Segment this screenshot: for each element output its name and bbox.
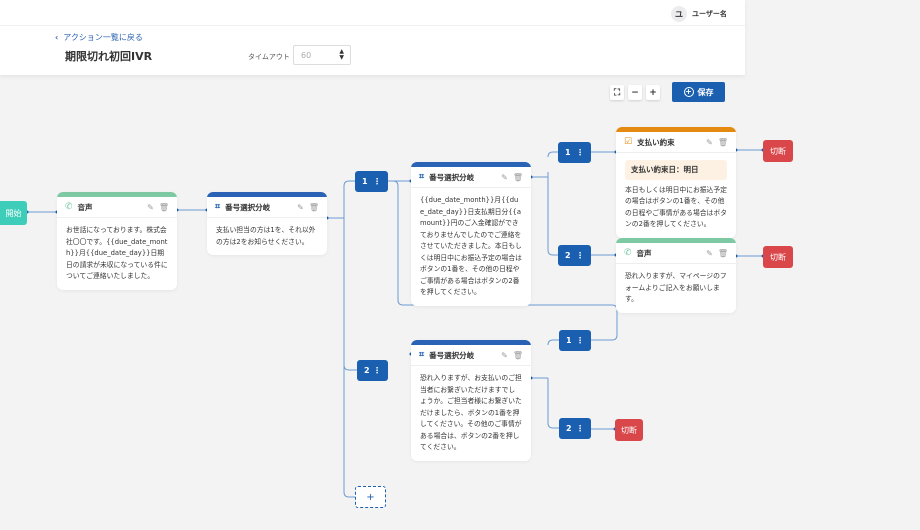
more-vertical-icon[interactable]: ⋮ xyxy=(576,424,584,433)
dialpad-icon: ⌗ xyxy=(419,350,425,360)
voice-node[interactable]: ✆ 音声 ✎ 🗑 恐れ入りますが、マイページのフォームよりご記入をお願いします。 xyxy=(616,238,736,313)
calendar-check-icon: ☑ xyxy=(624,137,633,147)
terminate-node[interactable]: 切断 xyxy=(763,140,793,162)
option-badge[interactable]: 2 ⋮ xyxy=(558,245,591,266)
edit-icon[interactable]: ✎ xyxy=(501,351,508,360)
node-type: 音声 xyxy=(636,248,652,258)
dialpad-icon: ⌗ xyxy=(419,172,425,182)
option-number: 2 xyxy=(364,366,370,375)
branch-node[interactable]: ⌗ 番号選択分岐 ✎ 🗑 恐れ入りますが、お支払いのご担当者にお繋ぎいただけますでしょ… xyxy=(411,340,531,461)
node-type: 番号選択分岐 xyxy=(429,172,475,182)
option-badge[interactable]: 1 ⋮ xyxy=(355,171,388,192)
node-type: 番号選択分岐 xyxy=(429,350,475,360)
phone-icon: ✆ xyxy=(65,202,73,212)
dialpad-icon: ⌗ xyxy=(215,202,221,212)
branch-node[interactable]: ⌗ 番号選択分岐 ✎ 🗑 支払い担当の方は1を、それ以外の方は2をお知らせください。 xyxy=(207,192,327,255)
option-badge[interactable]: 1 ⋮ xyxy=(558,142,591,163)
edit-icon[interactable]: ✎ xyxy=(147,203,154,212)
option-number: 2 xyxy=(565,251,571,260)
edit-icon[interactable]: ✎ xyxy=(706,138,713,147)
phone-icon: ✆ xyxy=(624,248,632,258)
edit-icon[interactable]: ✎ xyxy=(706,249,713,258)
node-text: お世話になっております。株式会社〇〇です。{{due_date_month}}月… xyxy=(66,226,168,280)
trash-icon[interactable]: 🗑 xyxy=(718,249,728,258)
trash-icon[interactable]: 🗑 xyxy=(718,138,728,147)
trash-icon[interactable]: 🗑 xyxy=(309,203,319,212)
node-text: 恐れ入りますが、お支払いのご担当者にお繋ぎいただけますでしょうか。ご担当者様にお… xyxy=(420,374,522,451)
start-node[interactable]: 開始 xyxy=(0,201,27,225)
voice-node[interactable]: ✆ 音声 ✎ 🗑 お世話になっております。株式会社〇〇です。{{due_date_mo… xyxy=(57,192,177,290)
edit-icon[interactable]: ✎ xyxy=(501,173,508,182)
branch-node[interactable]: ⌗ 番号選択分岐 ✎ 🗑 {{due_date_month}}月{{due_date_… xyxy=(411,162,531,306)
trash-icon[interactable]: 🗑 xyxy=(513,173,523,182)
option-number: 1 xyxy=(566,336,572,345)
more-vertical-icon[interactable]: ⋮ xyxy=(576,251,584,260)
trash-icon[interactable]: 🗑 xyxy=(159,203,169,212)
option-badge[interactable]: 1 ⋮ xyxy=(559,330,591,351)
option-badge[interactable]: 2 ⋮ xyxy=(357,360,388,381)
option-badge[interactable]: 2 ⋮ xyxy=(559,418,591,439)
payment-promise-node[interactable]: ☑ 支払い約束 ✎ 🗑 支払い約束日：明日本日もしくは明日中にお振込予定の場合はボタン… xyxy=(616,127,736,238)
trash-icon[interactable]: 🗑 xyxy=(513,351,523,360)
node-type: 音声 xyxy=(77,202,93,212)
option-number: 1 xyxy=(565,148,571,157)
option-number: 1 xyxy=(362,177,368,186)
terminate-node[interactable]: 切断 xyxy=(763,246,793,268)
promise-date: 支払い約束日：明日 xyxy=(625,160,727,180)
add-option-button[interactable]: + xyxy=(355,486,386,508)
node-type: 番号選択分岐 xyxy=(225,202,271,212)
more-vertical-icon[interactable]: ⋮ xyxy=(576,148,584,157)
more-vertical-icon[interactable]: ⋮ xyxy=(373,366,381,375)
node-text: {{due_date_month}}月{{due_date_day}}日支払期日… xyxy=(420,196,522,296)
option-number: 2 xyxy=(566,424,572,433)
more-vertical-icon[interactable]: ⋮ xyxy=(576,336,584,345)
node-type: 支払い約束 xyxy=(637,137,675,147)
more-vertical-icon[interactable]: ⋮ xyxy=(373,177,381,186)
edit-icon[interactable]: ✎ xyxy=(297,203,304,212)
node-text: 恐れ入りますが、マイページのフォームよりご記入をお願いします。 xyxy=(625,272,727,303)
node-text: 支払い担当の方は1を、それ以外の方は2をお知らせください。 xyxy=(216,226,316,246)
terminate-node[interactable]: 切断 xyxy=(615,419,643,441)
node-text: 本日もしくは明日中にお振込予定の場合はボタンの1番を、その他の日程やご事情がある… xyxy=(625,185,727,229)
